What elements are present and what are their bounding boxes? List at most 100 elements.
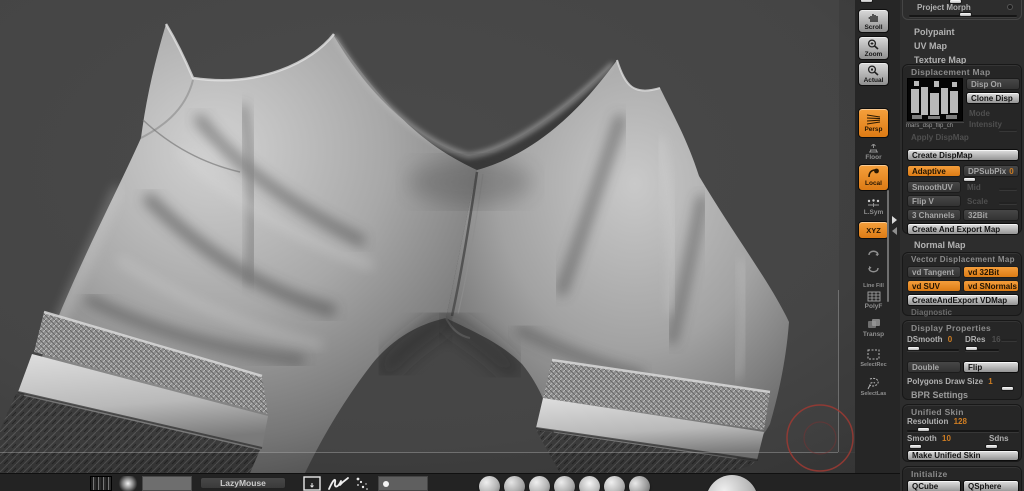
vd-tangent-button[interactable]: vd Tangent bbox=[907, 266, 961, 278]
shelf-scrollbar[interactable] bbox=[887, 190, 889, 302]
polygons-draw-size-row[interactable]: Polygons Draw Size 1 bbox=[907, 377, 993, 386]
vd-32bit-button[interactable]: vd 32Bit bbox=[963, 266, 1019, 278]
double-button[interactable]: Double bbox=[907, 361, 961, 373]
qcube-button[interactable]: QCube bbox=[907, 480, 961, 491]
adaptive-button[interactable]: Adaptive bbox=[907, 165, 961, 177]
flip-v-button[interactable]: Flip V bbox=[907, 195, 961, 207]
intensity-slider-disabled bbox=[999, 129, 1017, 131]
matcap-sphere-3[interactable] bbox=[529, 476, 550, 491]
smooth-row[interactable]: Smooth 10 bbox=[907, 434, 951, 443]
palette-normal-map[interactable]: Normal Map bbox=[914, 240, 966, 250]
unified-skin-title[interactable]: Unified Skin bbox=[911, 407, 964, 417]
dpsubpix-knob[interactable] bbox=[963, 177, 976, 182]
project-morph-radio[interactable] bbox=[1007, 4, 1013, 10]
dpsubpix-slider[interactable]: DPSubPix 0 bbox=[963, 165, 1019, 177]
create-export-vdmap-button[interactable]: CreateAndExport VDMap bbox=[907, 294, 1019, 306]
disp-mode-disabled: Mode bbox=[969, 109, 990, 118]
document-canvas[interactable] bbox=[0, 0, 855, 473]
channels-button[interactable]: 3 Channels bbox=[907, 209, 961, 221]
displacement-map-thumbnail[interactable] bbox=[907, 78, 963, 121]
lsym-dots-icon bbox=[867, 198, 880, 207]
current-material-sphere[interactable] bbox=[706, 475, 758, 491]
project-morph-label[interactable]: Project Morph bbox=[917, 3, 971, 12]
texture-swatch[interactable] bbox=[142, 476, 192, 491]
stroke-spray-button[interactable] bbox=[354, 476, 374, 491]
make-unified-skin-button[interactable]: Make Unified Skin bbox=[907, 450, 1019, 461]
soft-round-brush-thumbnail[interactable] bbox=[118, 476, 138, 491]
stroke-freehand-button[interactable] bbox=[326, 476, 350, 491]
disp-on-button[interactable]: Disp On bbox=[966, 78, 1020, 90]
bpr-settings-label[interactable]: BPR Settings bbox=[911, 390, 968, 400]
transparency-icon bbox=[867, 319, 880, 328]
xyz-button[interactable]: XYZ bbox=[858, 221, 889, 239]
selectrec-label: SelectRec bbox=[860, 361, 887, 368]
vd-snormals-label: vd SNormals bbox=[968, 281, 1017, 291]
matcap-sphere-2[interactable] bbox=[504, 476, 525, 491]
dres-label: DRes bbox=[965, 335, 986, 344]
tray-open-arrow-left[interactable] bbox=[892, 227, 897, 235]
bit-depth-button[interactable]: 32Bit bbox=[963, 209, 1019, 221]
sdns-knob[interactable] bbox=[985, 444, 998, 449]
create-and-export-map-button[interactable]: Create And Export Map bbox=[907, 223, 1019, 235]
zbrush-window: Scroll Zoom Actual Persp Floor Local L.S… bbox=[0, 0, 1024, 491]
lsym-button[interactable]: L.Sym bbox=[858, 196, 889, 218]
qsphere-button[interactable]: QSphere bbox=[963, 480, 1019, 491]
flip-button[interactable]: Flip bbox=[963, 361, 1019, 373]
resolution-row[interactable]: Resolution 128 bbox=[907, 417, 967, 426]
vector-displacement-title[interactable]: Vector Displacement Map bbox=[911, 255, 1015, 264]
selectrec-button[interactable]: SelectRec bbox=[858, 345, 889, 371]
display-properties-title[interactable]: Display Properties bbox=[911, 323, 991, 333]
stroke-preview-swatch[interactable] bbox=[378, 476, 428, 491]
tray-open-arrow-right[interactable] bbox=[892, 216, 897, 224]
dsmooth-row[interactable]: DSmooth 0 bbox=[907, 335, 952, 344]
alpha-stripes-thumbnail[interactable] bbox=[90, 476, 112, 491]
palette-polypaint[interactable]: Polypaint bbox=[914, 27, 955, 37]
local-button[interactable]: Local bbox=[858, 164, 889, 191]
initialize-title[interactable]: Initialize bbox=[911, 469, 948, 479]
displacement-map-title[interactable]: Displacement Map bbox=[911, 67, 990, 77]
vd-suv-button[interactable]: vd SUV bbox=[907, 280, 961, 292]
mid-slider-disabled bbox=[999, 188, 1017, 190]
lazymouse-button[interactable]: LazyMouse bbox=[200, 477, 286, 489]
shelf-top-slider-knob[interactable] bbox=[860, 0, 873, 3]
dsmooth-knob[interactable] bbox=[907, 346, 920, 351]
selectlas-button[interactable]: SelectLas bbox=[858, 374, 889, 400]
rotate-arc-icon-2 bbox=[868, 266, 879, 273]
actual-button[interactable]: Actual bbox=[858, 62, 889, 86]
polygons-label: Polygons Draw Size bbox=[907, 377, 984, 386]
floor-button[interactable]: Floor bbox=[858, 141, 889, 163]
stroke-dragrect-button[interactable] bbox=[302, 476, 322, 491]
matcap-sphere-6[interactable] bbox=[604, 476, 625, 491]
vd-tangent-label: vd Tangent bbox=[912, 267, 955, 277]
smooth-knob[interactable] bbox=[909, 444, 922, 449]
zoom-button[interactable]: Zoom bbox=[858, 36, 889, 60]
polygons-knob[interactable] bbox=[1001, 386, 1014, 391]
rotate-down-icon-button[interactable] bbox=[858, 261, 889, 279]
create-dispmap-button[interactable]: Create DispMap bbox=[907, 149, 1019, 161]
stroke-dot bbox=[383, 481, 389, 487]
polyf-label: PolyF bbox=[864, 302, 883, 310]
scale-disabled: Scale bbox=[967, 197, 988, 206]
matcap-sphere-7[interactable] bbox=[629, 476, 650, 491]
sdns-label[interactable]: Sdns bbox=[989, 434, 1009, 443]
scroll-button[interactable]: Scroll bbox=[858, 9, 889, 33]
vd-snormals-button[interactable]: vd SNormals bbox=[963, 280, 1019, 292]
persp-button[interactable]: Persp bbox=[858, 108, 889, 138]
palette-uv-map[interactable]: UV Map bbox=[914, 41, 947, 51]
clone-disp-button[interactable]: Clone Disp bbox=[966, 92, 1020, 104]
matcap-sphere-5[interactable] bbox=[579, 476, 600, 491]
resolution-knob[interactable] bbox=[917, 427, 930, 432]
transp-button[interactable]: Transp bbox=[858, 315, 889, 341]
dpsubpix-label: DPSubPix bbox=[968, 166, 1007, 176]
hand-scroll-icon bbox=[868, 13, 878, 22]
resolution-label: Resolution bbox=[907, 417, 949, 426]
project-morph-knob[interactable] bbox=[959, 12, 972, 17]
smoothuv-button[interactable]: SmoothUV bbox=[907, 181, 961, 193]
diagnostic-label[interactable]: Diagnostic bbox=[911, 308, 952, 317]
polyf-button[interactable]: Line Fill PolyF bbox=[858, 281, 889, 311]
matcap-sphere-4[interactable] bbox=[554, 476, 575, 491]
rotate-up-icon-button[interactable] bbox=[858, 243, 889, 261]
dres-knob[interactable] bbox=[965, 346, 978, 351]
matcap-sphere-1[interactable] bbox=[479, 476, 500, 491]
dres-row[interactable]: DRes 16 bbox=[965, 335, 1001, 344]
